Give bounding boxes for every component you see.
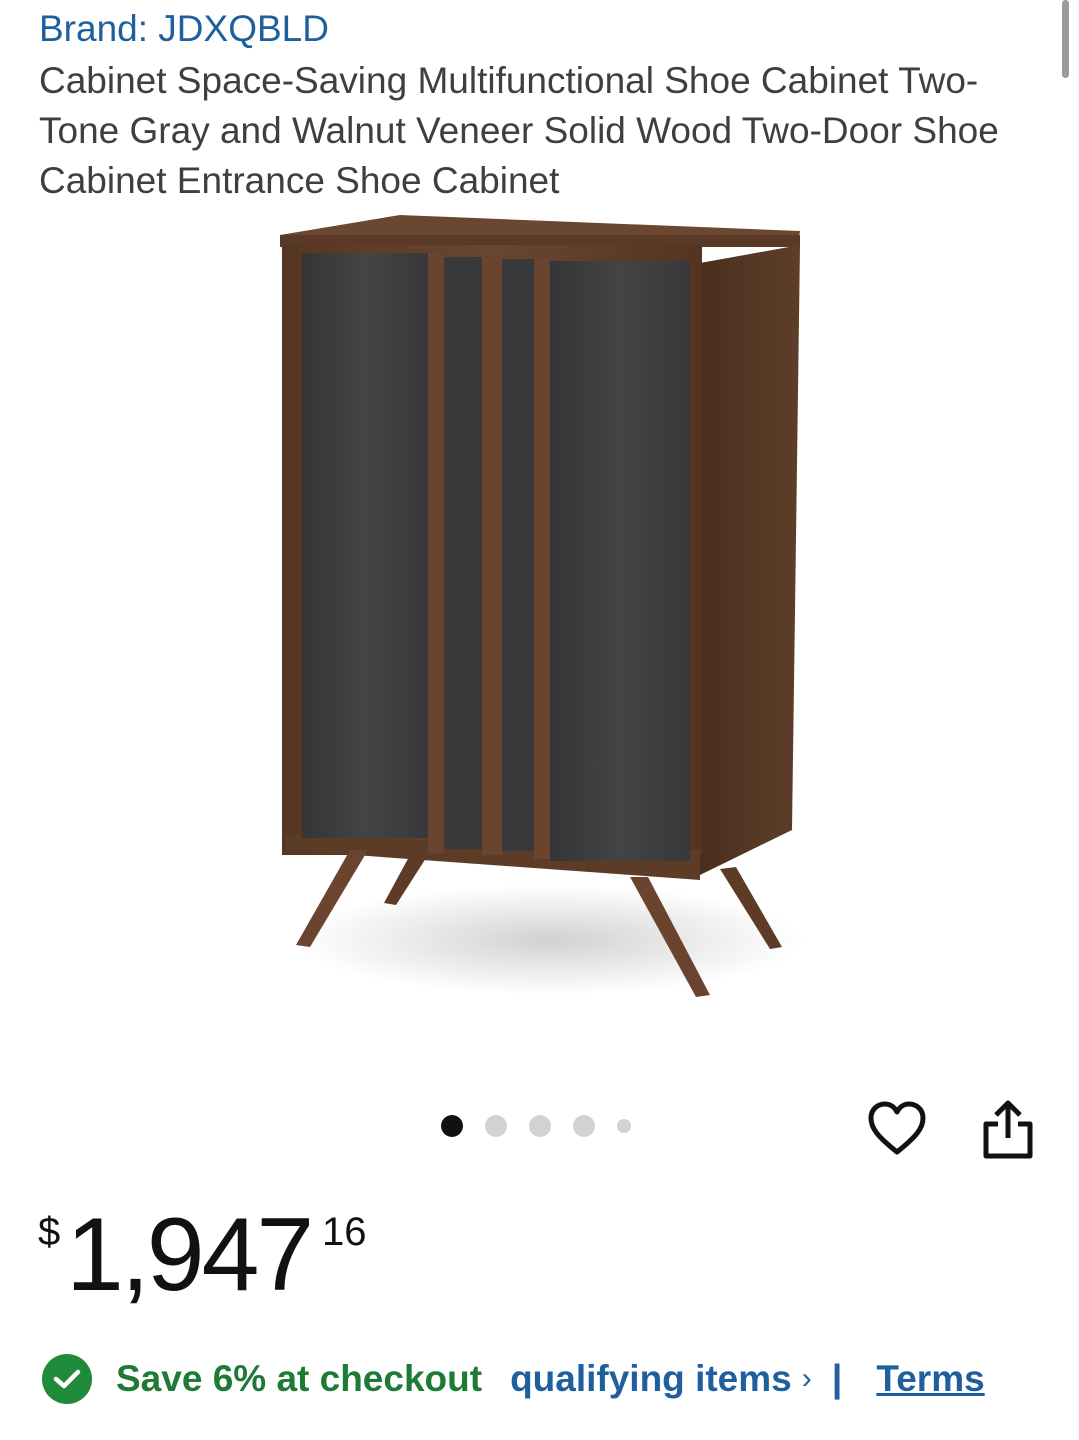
carousel-dot-3[interactable] [529,1115,551,1137]
carousel-dot-5[interactable] [617,1119,631,1133]
price-whole: 1,947 [66,1197,314,1313]
separator: | [831,1357,843,1400]
chevron-right-icon[interactable]: › [802,1362,812,1396]
heart-icon[interactable] [867,1100,927,1160]
price-currency: $ [38,1210,61,1254]
terms-link[interactable]: Terms [876,1358,984,1400]
save-text: Save 6% at checkout [116,1358,483,1399]
scrollbar[interactable] [1062,0,1069,78]
check-circle-icon [42,1354,92,1404]
promo-row: Save 6% at checkout qualifying items › |… [42,1354,985,1404]
qualifying-items-link[interactable]: qualifying items [510,1358,792,1400]
brand-link[interactable]: Brand: JDXQBLD [39,8,329,50]
carousel-dot-4[interactable] [573,1115,595,1137]
carousel-dot-2[interactable] [485,1115,507,1137]
share-icon[interactable] [980,1098,1036,1160]
product-title: Cabinet Space-Saving Multifunctional Sho… [39,60,999,201]
carousel-dot-1[interactable] [441,1115,463,1137]
product-image[interactable] [260,205,820,1015]
price-fraction: 16 [322,1210,367,1254]
image-carousel-dots [441,1114,631,1138]
